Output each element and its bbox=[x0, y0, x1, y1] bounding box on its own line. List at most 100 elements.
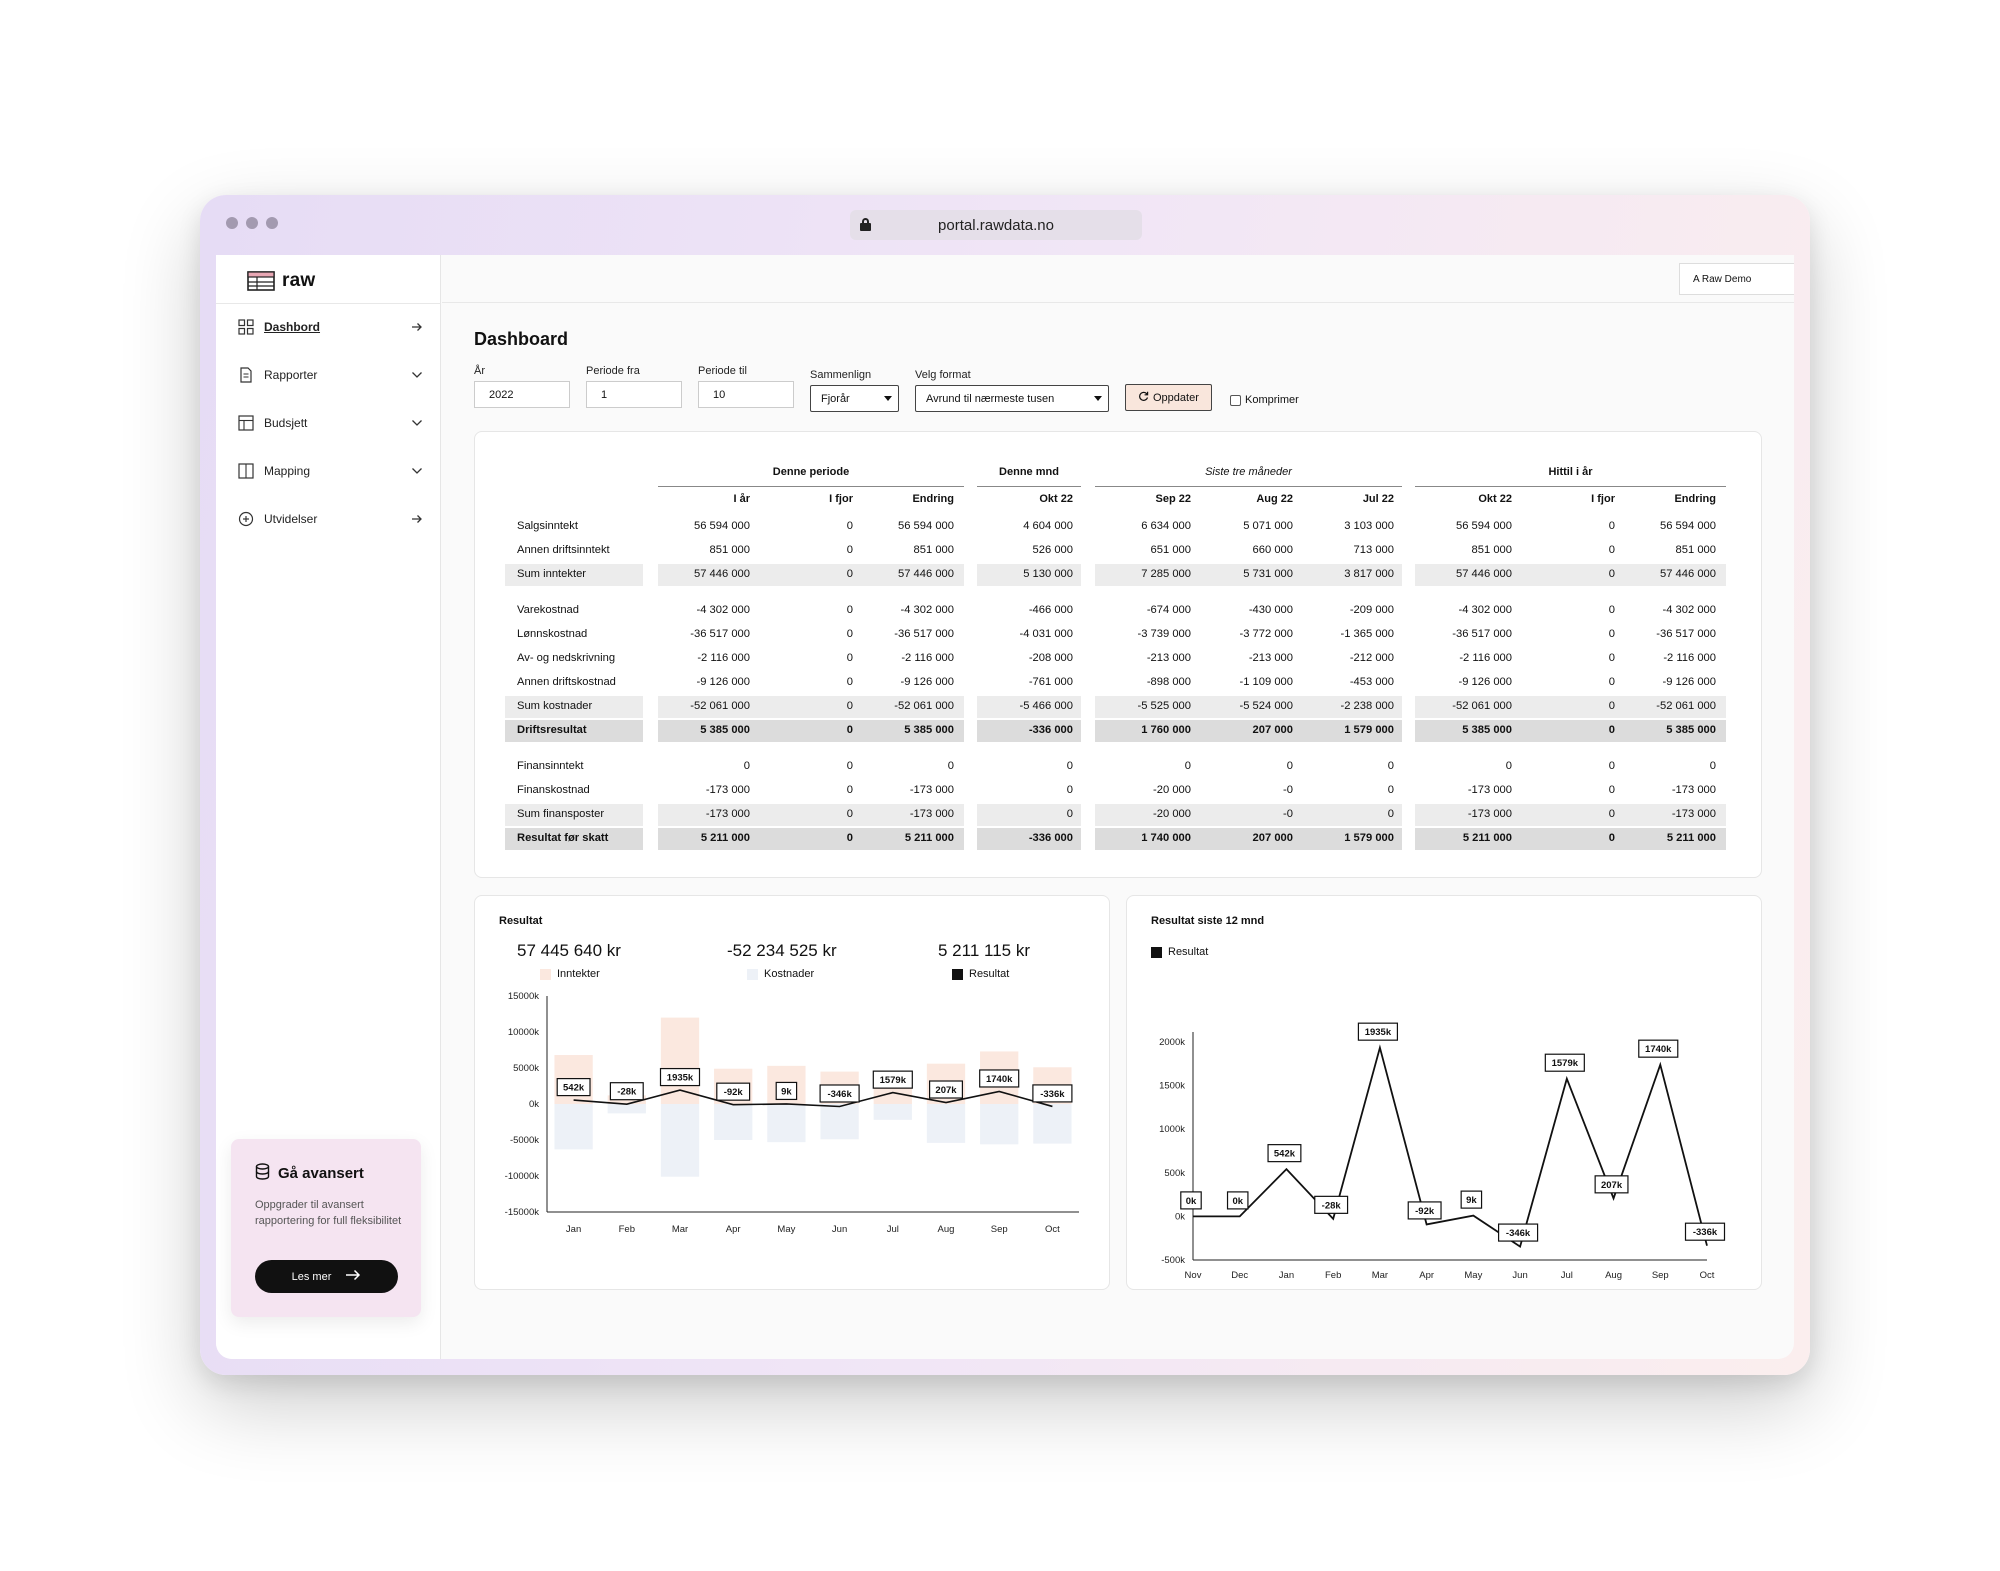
sidebar: raw Dashbord Rapporter Budsjett Mapping … bbox=[216, 255, 441, 1359]
sidebar-item-label: Dashbord bbox=[264, 320, 321, 334]
table-cell: -4 302 000 bbox=[900, 604, 955, 616]
data-label: -92k bbox=[724, 1087, 744, 1098]
table-cell: 0 bbox=[1608, 628, 1615, 640]
company-selector[interactable]: A Raw Demo bbox=[1679, 263, 1794, 295]
table-cell: 0 bbox=[1066, 808, 1073, 820]
table-cell: 7 285 000 bbox=[1141, 568, 1191, 580]
x-tick-label: Dec bbox=[1231, 1270, 1248, 1281]
x-tick-label: May bbox=[777, 1224, 795, 1235]
table-cell: -336 000 bbox=[1028, 724, 1073, 736]
window-dot-minimize[interactable] bbox=[246, 217, 258, 229]
main-content: A Raw Demo Dashboard År 2022 Periode fra… bbox=[442, 255, 1794, 1359]
format-select[interactable]: Avrund til nærmeste tusen bbox=[915, 385, 1109, 412]
legend-label-costs: Kostnader bbox=[764, 968, 815, 980]
legend-costs: Kostnader bbox=[747, 968, 814, 980]
column-header: I år bbox=[733, 493, 750, 505]
table-cell: 5 385 000 bbox=[1462, 724, 1512, 736]
year-label: År bbox=[474, 365, 485, 377]
period-to-input[interactable]: 10 bbox=[698, 381, 794, 408]
update-button[interactable]: Oppdater bbox=[1125, 384, 1212, 411]
table-cell: 6 634 000 bbox=[1141, 520, 1191, 532]
table-cell: -173 000 bbox=[1671, 808, 1716, 820]
table-cell: 0 bbox=[1066, 760, 1073, 772]
table-cell: -430 000 bbox=[1248, 604, 1293, 616]
checkbox-box[interactable] bbox=[1230, 394, 1241, 406]
grid-icon bbox=[238, 319, 254, 335]
column-group-title: Siste tre måneder bbox=[1205, 466, 1292, 478]
compare-select[interactable]: Fjorår bbox=[810, 385, 899, 412]
legend-swatch-result bbox=[1151, 946, 1162, 958]
window-controls bbox=[226, 217, 278, 229]
legend-income: Inntekter bbox=[540, 968, 600, 980]
row-label: Resultat før skatt bbox=[517, 832, 609, 844]
x-tick-label: Mar bbox=[672, 1224, 688, 1235]
sidebar-item-mapping[interactable]: Mapping bbox=[238, 459, 424, 483]
column-group-title: Hittil i år bbox=[1548, 466, 1593, 478]
period-from-input[interactable]: 1 bbox=[586, 381, 682, 408]
row-label: Sum kostnader bbox=[517, 700, 593, 712]
cost-bar bbox=[714, 1104, 753, 1140]
x-tick-label: Apr bbox=[726, 1224, 741, 1235]
table-cell: -173 000 bbox=[1671, 784, 1716, 796]
table-cell: 1 740 000 bbox=[1141, 832, 1191, 844]
table-cell: 0 bbox=[846, 604, 853, 616]
address-text: portal.rawdata.no bbox=[938, 216, 1054, 234]
data-label: 207k bbox=[935, 1085, 957, 1096]
table-cell: 56 594 000 bbox=[694, 520, 750, 532]
table-cell: -2 116 000 bbox=[697, 652, 750, 664]
table-cell: 0 bbox=[1608, 676, 1615, 688]
x-tick-label: Jul bbox=[1561, 1270, 1573, 1281]
table-cell: 0 bbox=[1184, 760, 1191, 772]
compress-checkbox[interactable]: Komprimer bbox=[1230, 394, 1299, 406]
y-tick-label: 1000k bbox=[1159, 1124, 1185, 1135]
table-cell: -209 000 bbox=[1349, 604, 1394, 616]
table-cell: 0 bbox=[846, 520, 853, 532]
table-cell: 0 bbox=[1608, 808, 1615, 820]
income-statement-table: Denne periode Denne mnd Siste tre måneder H… bbox=[475, 432, 1763, 879]
table-cell: 3 103 000 bbox=[1344, 520, 1394, 532]
x-tick-label: Oct bbox=[1700, 1270, 1715, 1281]
address-bar[interactable]: portal.rawdata.no bbox=[850, 210, 1142, 240]
cost-bar bbox=[660, 1104, 700, 1177]
table-cell: 57 446 000 bbox=[1660, 568, 1716, 580]
table-cell: 0 bbox=[743, 760, 750, 772]
table-cell: -212 000 bbox=[1349, 652, 1394, 664]
table-cell: -4 302 000 bbox=[1662, 604, 1717, 616]
table-cell: 0 bbox=[1608, 604, 1615, 616]
table-cell: 207 000 bbox=[1252, 832, 1293, 844]
table-cell: -173 000 bbox=[705, 808, 750, 820]
compare-label: Sammenlign bbox=[810, 369, 872, 381]
data-label: 9k bbox=[1466, 1195, 1477, 1206]
window-dot-maximize[interactable] bbox=[266, 217, 278, 229]
table-cell: 851 000 bbox=[1675, 544, 1716, 556]
table-cell: 5 211 000 bbox=[1666, 832, 1716, 844]
row-label: Finanskostnad bbox=[517, 784, 590, 796]
column-group-rule bbox=[1095, 486, 1402, 487]
sidebar-item-rapporter[interactable]: Rapporter bbox=[238, 363, 424, 387]
read-more-button[interactable]: Les mer bbox=[255, 1260, 398, 1293]
data-label: 1935k bbox=[667, 1073, 694, 1084]
sidebar-item-utvidelser[interactable]: Utvidelser bbox=[238, 507, 424, 531]
legend-result: Resultat bbox=[1151, 946, 1208, 958]
data-label: -346k bbox=[827, 1089, 852, 1100]
window-dot-close[interactable] bbox=[226, 217, 238, 229]
table-cell: 0 bbox=[1387, 784, 1394, 796]
compare-select-value: Fjorår bbox=[821, 392, 850, 405]
sidebar-item-dashbord[interactable]: Dashbord bbox=[238, 315, 424, 339]
chevron-down-icon bbox=[410, 416, 424, 430]
year-input[interactable]: 2022 bbox=[474, 381, 570, 408]
x-tick-label: Nov bbox=[1185, 1270, 1202, 1281]
table-cell: 56 594 000 bbox=[1660, 520, 1716, 532]
column-group-title: Denne periode bbox=[772, 466, 850, 478]
table-cell: -761 000 bbox=[1028, 676, 1073, 688]
column-header: I fjor bbox=[829, 493, 853, 505]
sidebar-item-budsjett[interactable]: Budsjett bbox=[238, 411, 424, 435]
row-label: Lønnskostnad bbox=[517, 628, 588, 640]
logo[interactable]: raw bbox=[247, 270, 315, 292]
column-header: Okt 22 bbox=[1478, 493, 1512, 505]
data-label: 1740k bbox=[1645, 1044, 1672, 1055]
x-tick-label: Aug bbox=[938, 1224, 955, 1235]
table-cell: 851 000 bbox=[913, 544, 954, 556]
table-cell: 0 bbox=[846, 544, 853, 556]
kpi-income-value: 57 445 640 kr bbox=[517, 941, 621, 960]
